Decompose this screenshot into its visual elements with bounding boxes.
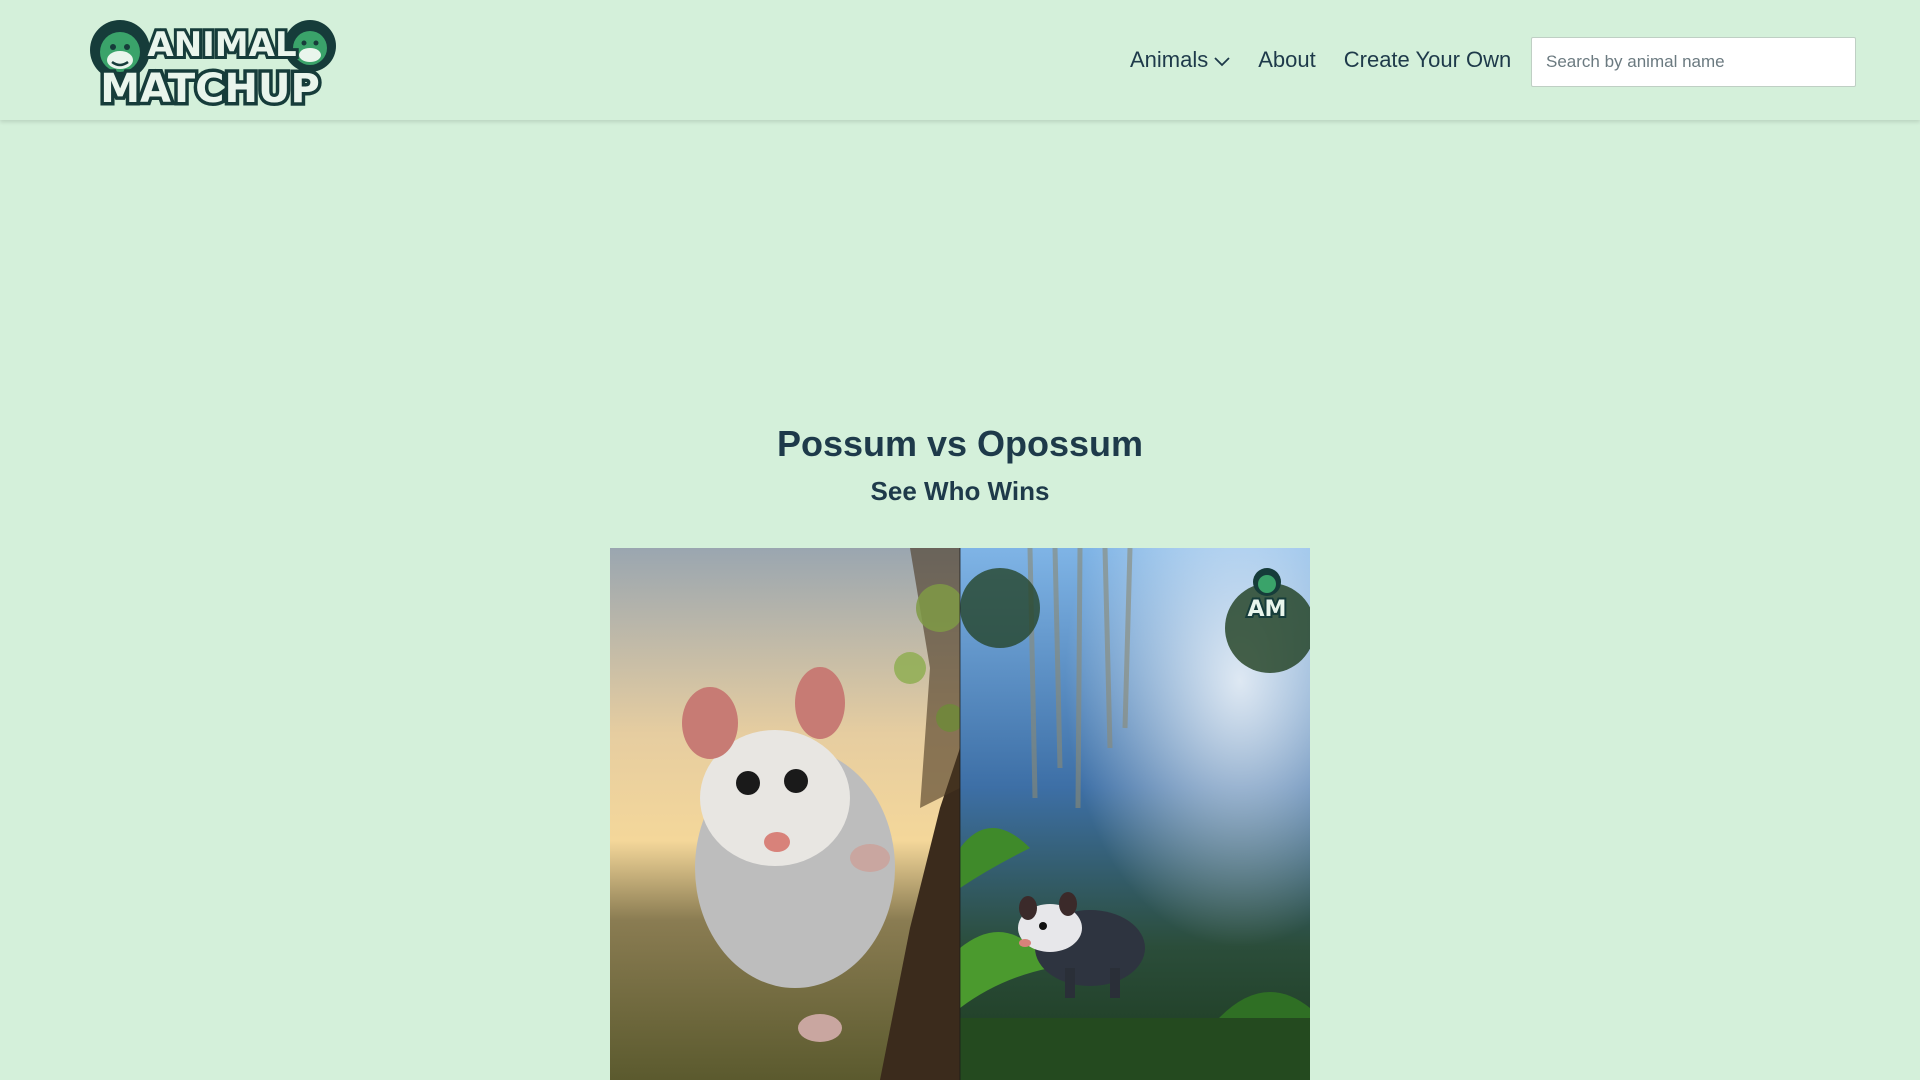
nav-about-label: About xyxy=(1258,47,1316,72)
watermark-text: AM xyxy=(1248,597,1287,622)
animal-search-input[interactable] xyxy=(1531,37,1856,87)
nav-create-your-own-link[interactable]: Create Your Own xyxy=(1344,47,1512,73)
matchup-hero-image: AM xyxy=(610,548,1310,1080)
animal-matchup-logo: ANIMAL MATCHUP xyxy=(90,20,336,116)
nav-animals-label: Animals xyxy=(1130,47,1209,72)
opossum-image: AM xyxy=(960,548,1310,1080)
page-subtitle: See Who Wins xyxy=(870,476,1050,506)
nav-about-link[interactable]: About xyxy=(1258,47,1316,73)
site-header: ANIMAL MATCHUP Animals About Create Your… xyxy=(0,0,1920,120)
nav-create-label: Create Your Own xyxy=(1343,47,1512,72)
logo-line2: MATCHUP xyxy=(100,66,320,110)
nav-animals-dropdown[interactable]: Animals xyxy=(1130,47,1230,73)
logo-line1: ANIMAL xyxy=(147,25,296,65)
page-title: Possum vs Opossum xyxy=(776,423,1144,464)
possum-image xyxy=(610,548,964,1080)
site-logo[interactable]: ANIMAL MATCHUP xyxy=(82,10,347,116)
main-nav: Animals About Create Your Own xyxy=(1130,0,1539,120)
chevron-down-icon xyxy=(1214,47,1230,73)
